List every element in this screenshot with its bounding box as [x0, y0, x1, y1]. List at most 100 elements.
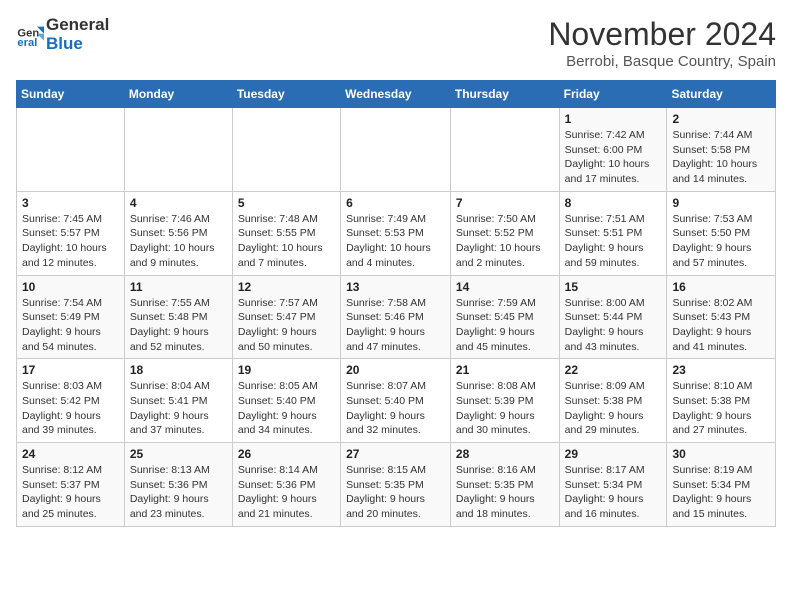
- day-number: 30: [672, 447, 770, 461]
- day-number: 3: [22, 196, 119, 210]
- day-info: Sunrise: 7:55 AM Sunset: 5:48 PM Dayligh…: [130, 296, 227, 355]
- day-cell: 11 Sunrise: 7:55 AM Sunset: 5:48 PM Dayli…: [124, 275, 232, 359]
- day-cell: 26 Sunrise: 8:14 AM Sunset: 5:36 PM Dayli…: [232, 443, 340, 527]
- week-row-0: 1 Sunrise: 7:42 AM Sunset: 6:00 PM Daylig…: [17, 108, 776, 192]
- day-cell: 4Sunrise: 7:46 AM Sunset: 5:56 PM Daylig…: [124, 191, 232, 275]
- day-info: Sunrise: 8:07 AM Sunset: 5:40 PM Dayligh…: [346, 379, 445, 438]
- day-cell: 6Sunrise: 7:49 AM Sunset: 5:53 PM Daylig…: [341, 191, 451, 275]
- day-number: 14: [456, 280, 554, 294]
- day-cell: 9 Sunrise: 7:53 AM Sunset: 5:50 PM Daylig…: [667, 191, 776, 275]
- day-number: 7: [456, 196, 554, 210]
- day-cell: [17, 108, 125, 192]
- day-cell: [232, 108, 340, 192]
- day-info: Sunrise: 8:19 AM Sunset: 5:34 PM Dayligh…: [672, 463, 770, 522]
- logo: Gen eral General Blue: [16, 16, 109, 53]
- day-cell: 22 Sunrise: 8:09 AM Sunset: 5:38 PM Dayli…: [559, 359, 667, 443]
- day-info: Sunrise: 8:16 AM Sunset: 5:35 PM Dayligh…: [456, 463, 554, 522]
- day-number: 21: [456, 363, 554, 377]
- day-cell: [341, 108, 451, 192]
- day-info: Sunrise: 7:46 AM Sunset: 5:56 PM Dayligh…: [130, 212, 227, 271]
- day-info: Sunrise: 8:14 AM Sunset: 5:36 PM Dayligh…: [238, 463, 335, 522]
- day-number: 22: [565, 363, 662, 377]
- day-info: Sunrise: 7:42 AM Sunset: 6:00 PM Dayligh…: [565, 128, 662, 187]
- month-title: November 2024: [548, 16, 776, 53]
- header-thursday: Thursday: [450, 81, 559, 108]
- day-cell: 12 Sunrise: 7:57 AM Sunset: 5:47 PM Dayli…: [232, 275, 340, 359]
- day-number: 9: [672, 196, 770, 210]
- day-info: Sunrise: 7:44 AM Sunset: 5:58 PM Dayligh…: [672, 128, 770, 187]
- day-cell: 5Sunrise: 7:48 AM Sunset: 5:55 PM Daylig…: [232, 191, 340, 275]
- day-info: Sunrise: 7:53 AM Sunset: 5:50 PM Dayligh…: [672, 212, 770, 271]
- calendar-header-row: SundayMondayTuesdayWednesdayThursdayFrid…: [17, 81, 776, 108]
- day-cell: 3Sunrise: 7:45 AM Sunset: 5:57 PM Daylig…: [17, 191, 125, 275]
- svg-text:eral: eral: [17, 37, 37, 49]
- week-row-2: 10Sunrise: 7:54 AM Sunset: 5:49 PM Dayli…: [17, 275, 776, 359]
- header-wednesday: Wednesday: [341, 81, 451, 108]
- day-info: Sunrise: 8:10 AM Sunset: 5:38 PM Dayligh…: [672, 379, 770, 438]
- subtitle: Berrobi, Basque Country, Spain: [548, 53, 776, 70]
- day-info: Sunrise: 8:09 AM Sunset: 5:38 PM Dayligh…: [565, 379, 662, 438]
- day-info: Sunrise: 8:05 AM Sunset: 5:40 PM Dayligh…: [238, 379, 335, 438]
- day-cell: 13 Sunrise: 7:58 AM Sunset: 5:46 PM Dayli…: [341, 275, 451, 359]
- day-cell: 8 Sunrise: 7:51 AM Sunset: 5:51 PM Daylig…: [559, 191, 667, 275]
- day-number: 10: [22, 280, 119, 294]
- day-info: Sunrise: 7:51 AM Sunset: 5:51 PM Dayligh…: [565, 212, 662, 271]
- day-cell: 7 Sunrise: 7:50 AM Sunset: 5:52 PM Daylig…: [450, 191, 559, 275]
- day-cell: 16Sunrise: 8:02 AM Sunset: 5:43 PM Dayli…: [667, 275, 776, 359]
- day-cell: 17Sunrise: 8:03 AM Sunset: 5:42 PM Dayli…: [17, 359, 125, 443]
- day-cell: 10Sunrise: 7:54 AM Sunset: 5:49 PM Dayli…: [17, 275, 125, 359]
- day-number: 5: [238, 196, 335, 210]
- day-number: 19: [238, 363, 335, 377]
- day-cell: 29Sunrise: 8:17 AM Sunset: 5:34 PM Dayli…: [559, 443, 667, 527]
- day-number: 2: [672, 112, 770, 126]
- day-number: 13: [346, 280, 445, 294]
- day-info: Sunrise: 8:00 AM Sunset: 5:44 PM Dayligh…: [565, 296, 662, 355]
- day-info: Sunrise: 8:15 AM Sunset: 5:35 PM Dayligh…: [346, 463, 445, 522]
- day-number: 24: [22, 447, 119, 461]
- day-number: 12: [238, 280, 335, 294]
- day-number: 15: [565, 280, 662, 294]
- day-cell: 18 Sunrise: 8:04 AM Sunset: 5:41 PM Dayli…: [124, 359, 232, 443]
- header-tuesday: Tuesday: [232, 81, 340, 108]
- week-row-1: 3Sunrise: 7:45 AM Sunset: 5:57 PM Daylig…: [17, 191, 776, 275]
- day-number: 26: [238, 447, 335, 461]
- day-number: 6: [346, 196, 445, 210]
- day-cell: [450, 108, 559, 192]
- day-info: Sunrise: 8:08 AM Sunset: 5:39 PM Dayligh…: [456, 379, 554, 438]
- day-cell: 21 Sunrise: 8:08 AM Sunset: 5:39 PM Dayli…: [450, 359, 559, 443]
- day-number: 29: [565, 447, 662, 461]
- day-cell: 20Sunrise: 8:07 AM Sunset: 5:40 PM Dayli…: [341, 359, 451, 443]
- day-number: 23: [672, 363, 770, 377]
- header-friday: Friday: [559, 81, 667, 108]
- day-cell: 19 Sunrise: 8:05 AM Sunset: 5:40 PM Dayli…: [232, 359, 340, 443]
- header-sunday: Sunday: [17, 81, 125, 108]
- day-number: 27: [346, 447, 445, 461]
- day-info: Sunrise: 7:58 AM Sunset: 5:46 PM Dayligh…: [346, 296, 445, 355]
- day-cell: 30 Sunrise: 8:19 AM Sunset: 5:34 PM Dayli…: [667, 443, 776, 527]
- day-cell: 24 Sunrise: 8:12 AM Sunset: 5:37 PM Dayli…: [17, 443, 125, 527]
- day-cell: 1 Sunrise: 7:42 AM Sunset: 6:00 PM Daylig…: [559, 108, 667, 192]
- day-number: 28: [456, 447, 554, 461]
- day-info: Sunrise: 8:03 AM Sunset: 5:42 PM Dayligh…: [22, 379, 119, 438]
- header-monday: Monday: [124, 81, 232, 108]
- day-cell: 25 Sunrise: 8:13 AM Sunset: 5:36 PM Dayli…: [124, 443, 232, 527]
- week-row-4: 24 Sunrise: 8:12 AM Sunset: 5:37 PM Dayli…: [17, 443, 776, 527]
- day-number: 8: [565, 196, 662, 210]
- day-cell: 23 Sunrise: 8:10 AM Sunset: 5:38 PM Dayli…: [667, 359, 776, 443]
- day-number: 16: [672, 280, 770, 294]
- day-info: Sunrise: 8:04 AM Sunset: 5:41 PM Dayligh…: [130, 379, 227, 438]
- day-cell: 27 Sunrise: 8:15 AM Sunset: 5:35 PM Dayli…: [341, 443, 451, 527]
- day-number: 1: [565, 112, 662, 126]
- day-cell: [124, 108, 232, 192]
- calendar-table: SundayMondayTuesdayWednesdayThursdayFrid…: [16, 80, 776, 527]
- day-number: 18: [130, 363, 227, 377]
- day-info: Sunrise: 7:57 AM Sunset: 5:47 PM Dayligh…: [238, 296, 335, 355]
- day-number: 25: [130, 447, 227, 461]
- day-number: 11: [130, 280, 227, 294]
- day-info: Sunrise: 7:50 AM Sunset: 5:52 PM Dayligh…: [456, 212, 554, 271]
- day-info: Sunrise: 8:13 AM Sunset: 5:36 PM Dayligh…: [130, 463, 227, 522]
- header-saturday: Saturday: [667, 81, 776, 108]
- day-info: Sunrise: 8:12 AM Sunset: 5:37 PM Dayligh…: [22, 463, 119, 522]
- day-cell: 2 Sunrise: 7:44 AM Sunset: 5:58 PM Daylig…: [667, 108, 776, 192]
- title-area: November 2024 Berrobi, Basque Country, S…: [548, 16, 776, 70]
